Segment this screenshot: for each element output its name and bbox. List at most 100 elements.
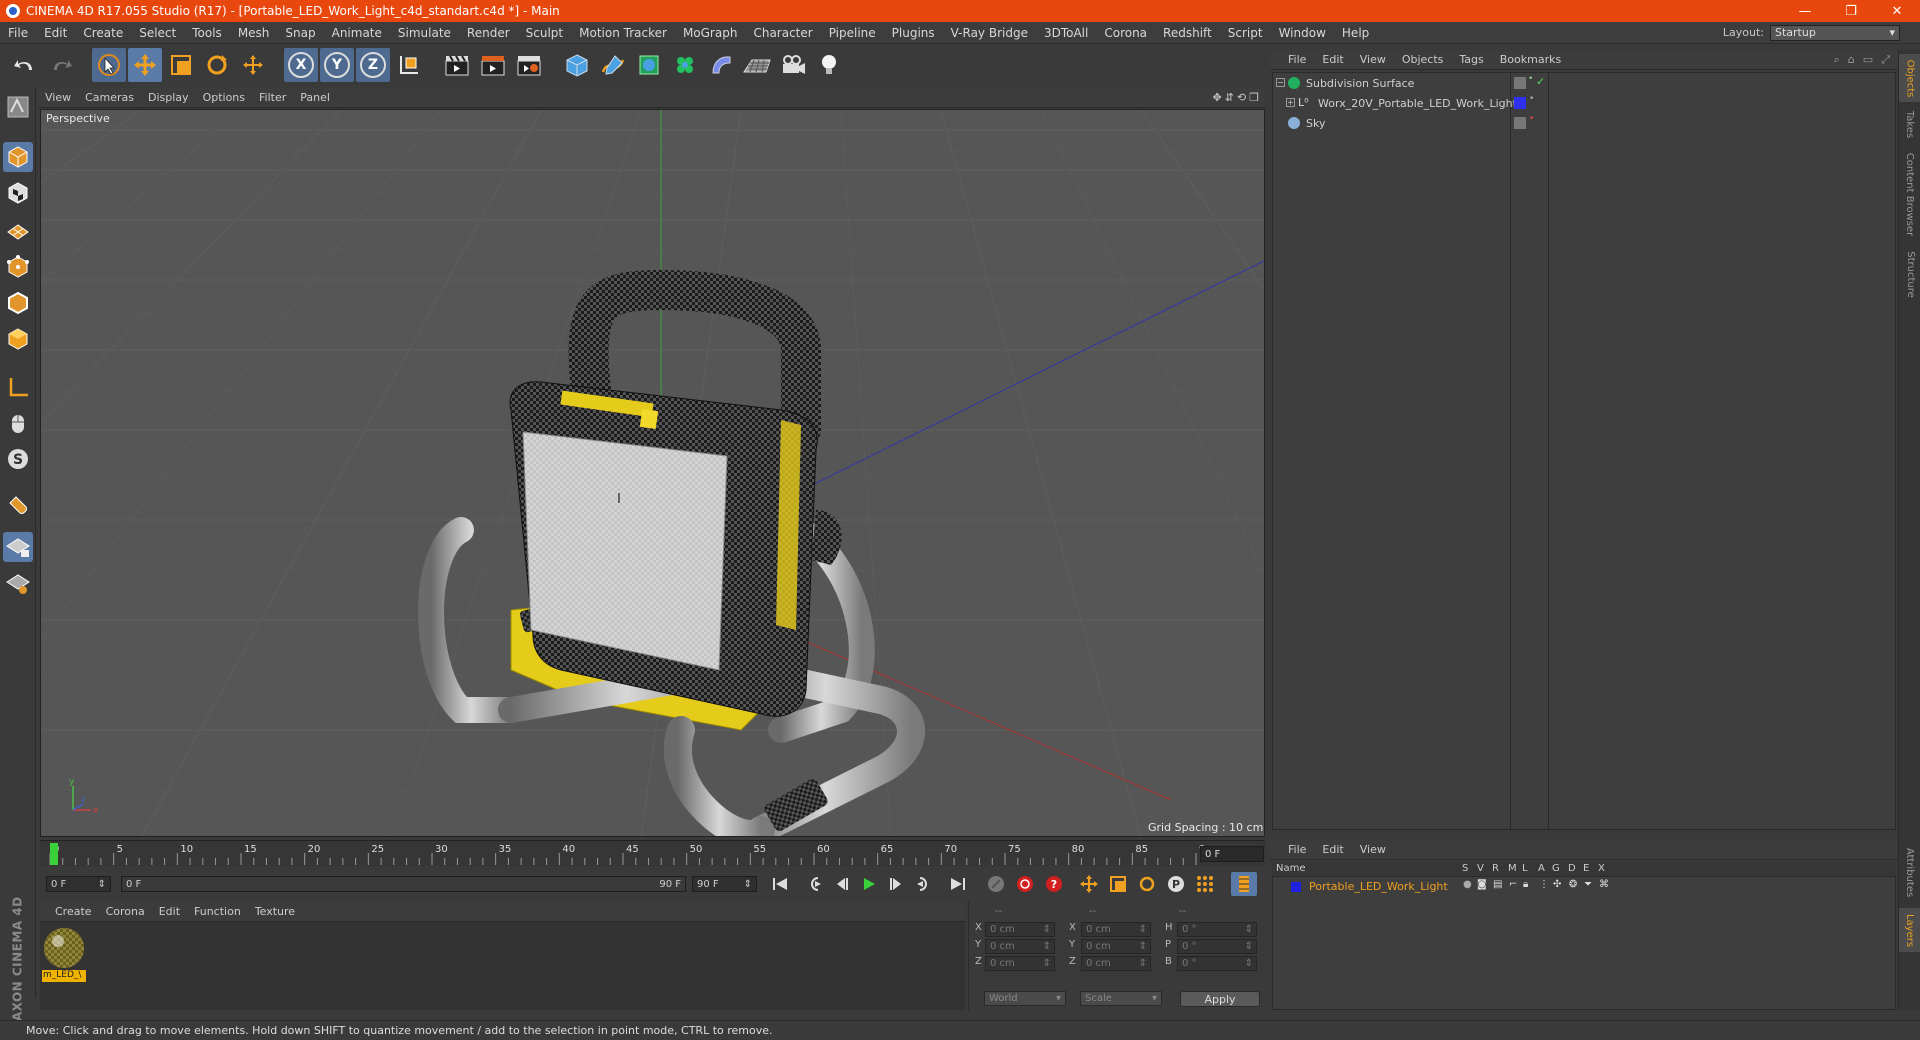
render-clapper-icon[interactable]: ▤ bbox=[1493, 879, 1502, 890]
object-menu-file[interactable]: File bbox=[1280, 53, 1314, 66]
layer-color-swatch[interactable] bbox=[1291, 882, 1301, 892]
xref-icon[interactable]: ⌘ bbox=[1599, 879, 1609, 890]
tab-content-browser[interactable]: Content Browser bbox=[1899, 146, 1920, 242]
view-eye-icon[interactable]: ◙ bbox=[1477, 879, 1487, 890]
material-menu-texture[interactable]: Texture bbox=[248, 905, 302, 918]
go-to-next-key-button[interactable] bbox=[910, 872, 936, 896]
orbit-icon[interactable]: ⟲ bbox=[1237, 91, 1246, 104]
add-cube-button[interactable] bbox=[560, 48, 594, 82]
viewport-menu-view[interactable]: View bbox=[38, 91, 78, 104]
menu-mesh[interactable]: Mesh bbox=[230, 26, 278, 40]
layer-icon[interactable] bbox=[1514, 77, 1526, 89]
apply-button[interactable]: Apply bbox=[1180, 991, 1260, 1007]
viewport-menu-filter[interactable]: Filter bbox=[252, 91, 293, 104]
object-menu-edit[interactable]: Edit bbox=[1314, 53, 1351, 66]
layer-name[interactable]: Portable_LED_Work_Light bbox=[1309, 880, 1448, 893]
menu-help[interactable]: Help bbox=[1334, 26, 1377, 40]
key-rotation-button[interactable] bbox=[1134, 872, 1160, 896]
tweak-mode-button[interactable] bbox=[3, 408, 33, 438]
layer-menu-file[interactable]: File bbox=[1280, 843, 1314, 856]
record-active-objects-button[interactable] bbox=[1012, 872, 1038, 896]
menu-plugins[interactable]: Plugins bbox=[884, 26, 943, 40]
coord-field-cv-1[interactable]: 0 ° ⇕ bbox=[1177, 939, 1257, 954]
menu-create[interactable]: Create bbox=[75, 26, 131, 40]
coord-field-bv-0[interactable]: 0 cm ⇕ bbox=[1081, 922, 1151, 937]
go-to-previous-frame-button[interactable] bbox=[829, 872, 855, 896]
x-axis-lock[interactable]: X bbox=[284, 48, 318, 82]
tab-layers[interactable]: Layers bbox=[1899, 908, 1920, 952]
menu-edit[interactable]: Edit bbox=[36, 26, 75, 40]
menu-v-ray-bridge[interactable]: V-Ray Bridge bbox=[943, 26, 1036, 40]
tab-attributes[interactable]: Attributes bbox=[1899, 840, 1920, 904]
start-frame-field[interactable]: 0 F ⇕ bbox=[46, 876, 111, 892]
menu-character[interactable]: Character bbox=[745, 26, 820, 40]
work-light-model[interactable] bbox=[418, 269, 925, 836]
go-to-start-button[interactable] bbox=[767, 872, 793, 896]
key-scale-button[interactable] bbox=[1105, 872, 1131, 896]
model-mode-button[interactable] bbox=[3, 142, 33, 172]
go-to-previous-key-button[interactable] bbox=[802, 872, 828, 896]
maximize-button[interactable]: ❐ bbox=[1828, 0, 1874, 22]
coord-field-cv-2[interactable]: 0 ° ⇕ bbox=[1177, 956, 1257, 971]
menu-animate[interactable]: Animate bbox=[324, 26, 390, 40]
close-button[interactable]: ✕ bbox=[1874, 0, 1920, 22]
dolly-icon[interactable]: ⇵ bbox=[1225, 91, 1234, 104]
lock-icon[interactable]: 🔒︎ bbox=[1523, 879, 1528, 890]
viewport-menu-cameras[interactable]: Cameras bbox=[78, 91, 141, 104]
workplane-mode-button[interactable] bbox=[3, 214, 33, 244]
coord-field-av-1[interactable]: 0 cm ⇕ bbox=[985, 939, 1055, 954]
material-menu-function[interactable]: Function bbox=[187, 905, 248, 918]
autokeying-button[interactable]: ? bbox=[1041, 872, 1067, 896]
layer-column-name[interactable]: Name bbox=[1276, 863, 1306, 874]
add-spline-button[interactable] bbox=[596, 48, 630, 82]
move-tool[interactable] bbox=[128, 48, 162, 82]
coord-field-bv-2[interactable]: 0 cm ⇕ bbox=[1081, 956, 1151, 971]
material-menu-edit[interactable]: Edit bbox=[152, 905, 187, 918]
layer-list[interactable]: Portable_LED_Work_Light ● ◙ ▤ ⌐ 🔒︎ ⋮ ✣ ❂… bbox=[1272, 876, 1896, 1010]
visibility-dots-icon[interactable]: • bbox=[1529, 94, 1534, 104]
add-array-button[interactable] bbox=[668, 48, 702, 82]
object-row-subdivision-surface[interactable]: − Subdivision Surface • ✓ bbox=[1272, 74, 1896, 93]
tab-objects[interactable]: Objects bbox=[1899, 54, 1920, 102]
playhead[interactable] bbox=[50, 843, 58, 865]
menu-tools[interactable]: Tools bbox=[184, 26, 230, 40]
solo-dot-icon[interactable]: ● bbox=[1463, 879, 1472, 890]
collapse-icon[interactable]: − bbox=[1276, 78, 1285, 87]
viewport-menu-options[interactable]: Options bbox=[196, 91, 252, 104]
go-to-next-frame-button[interactable] bbox=[883, 872, 909, 896]
frame-range-slider[interactable]: 0 F 90 F bbox=[121, 876, 686, 892]
play-forward-button[interactable] bbox=[856, 872, 882, 896]
layer-column-r[interactable]: R bbox=[1492, 863, 1499, 874]
texture-mode-button[interactable] bbox=[3, 178, 33, 208]
coord-field-bv-1[interactable]: 0 cm ⇕ bbox=[1081, 939, 1151, 954]
coord-field-av-2[interactable]: 0 cm ⇕ bbox=[985, 956, 1055, 971]
redo-button[interactable] bbox=[44, 48, 78, 82]
undo-button[interactable] bbox=[8, 48, 42, 82]
current-frame-field[interactable]: 0 F bbox=[1200, 846, 1264, 862]
record-keys-off-button[interactable] bbox=[983, 872, 1009, 896]
scale-tool[interactable] bbox=[164, 48, 198, 82]
object-menu-bookmarks[interactable]: Bookmarks bbox=[1492, 53, 1569, 66]
expand-icon[interactable]: + bbox=[1286, 98, 1295, 107]
viewport-menu-display[interactable]: Display bbox=[141, 91, 196, 104]
coordinate-space-dropdown[interactable]: World ▾ bbox=[984, 991, 1066, 1006]
add-deformer-button[interactable] bbox=[704, 48, 738, 82]
render-to-picture-viewer-button[interactable] bbox=[476, 48, 510, 82]
make-editable-button[interactable] bbox=[3, 92, 33, 122]
generators-icon[interactable]: ✣ bbox=[1553, 879, 1561, 890]
end-frame-field[interactable]: 90 F ⇕ bbox=[692, 876, 757, 892]
search-icon[interactable]: ⌕ bbox=[1834, 53, 1840, 67]
manager-icon[interactable]: ⌐ bbox=[1509, 879, 1517, 890]
menu-script[interactable]: Script bbox=[1220, 26, 1271, 40]
layer-column-v[interactable]: V bbox=[1477, 863, 1484, 874]
layer-menu-edit[interactable]: Edit bbox=[1314, 843, 1351, 856]
material-name-label[interactable]: m_LED_\ bbox=[42, 970, 86, 982]
points-mode-button[interactable] bbox=[3, 252, 33, 282]
coordinate-system-toggle[interactable] bbox=[392, 48, 426, 82]
rotate-tool[interactable] bbox=[200, 48, 234, 82]
render-view-button[interactable] bbox=[440, 48, 474, 82]
menu-simulate[interactable]: Simulate bbox=[390, 26, 459, 40]
material-menu-create[interactable]: Create bbox=[48, 905, 99, 918]
timeline-ruler[interactable]: 051015202530354045505560657075808590 bbox=[40, 840, 1265, 866]
add-light-button[interactable] bbox=[812, 48, 846, 82]
